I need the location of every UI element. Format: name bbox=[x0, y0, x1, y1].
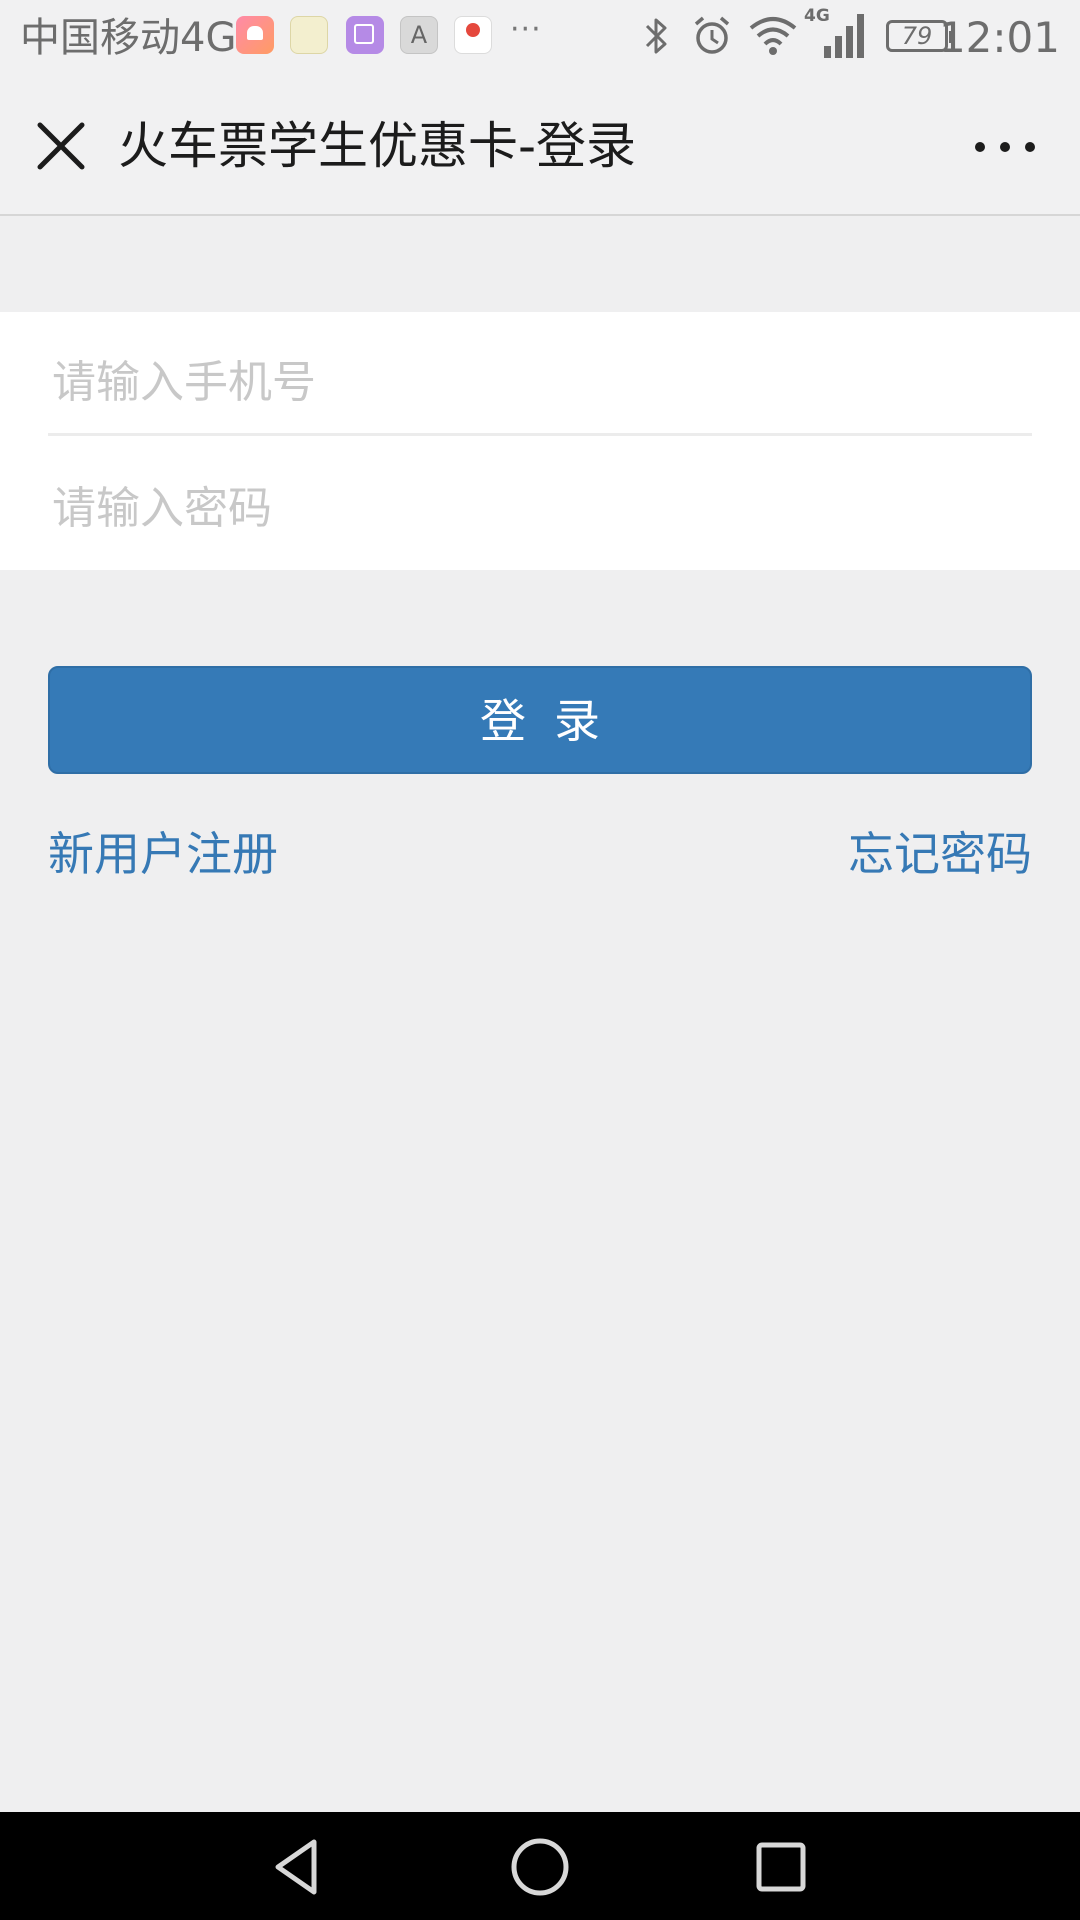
phone-input[interactable] bbox=[48, 332, 1032, 432]
password-input[interactable] bbox=[48, 458, 1032, 558]
clock: 12:01 bbox=[938, 13, 1060, 62]
nav-recent-button[interactable] bbox=[746, 1832, 816, 1902]
font-app-icon bbox=[400, 16, 438, 54]
more-icon bbox=[975, 142, 1035, 152]
register-link[interactable]: 新用户注册 bbox=[48, 822, 278, 886]
title-bar: 火车票学生优惠卡-登录 bbox=[0, 75, 1080, 216]
recent-square-icon bbox=[756, 1842, 806, 1892]
nav-back-button[interactable] bbox=[264, 1832, 334, 1902]
alarm-icon bbox=[694, 16, 730, 54]
back-triangle-icon bbox=[275, 1839, 317, 1895]
field-divider bbox=[48, 433, 1032, 436]
health-icon bbox=[236, 16, 274, 54]
forgot-password-link[interactable]: 忘记密码 bbox=[848, 822, 1032, 886]
map-icon bbox=[454, 16, 492, 54]
more-notifications-icon: ··· bbox=[510, 12, 542, 47]
app-screen: 中国移动4G ··· 4G bbox=[0, 0, 1080, 1920]
close-button[interactable] bbox=[26, 111, 96, 181]
gallery-icon bbox=[346, 16, 384, 54]
battery-level: 79 bbox=[901, 22, 933, 50]
close-icon bbox=[37, 122, 85, 170]
education-app-icon bbox=[290, 16, 328, 54]
wifi-icon bbox=[749, 17, 797, 55]
carrier-label: 中国移动4G bbox=[20, 15, 237, 61]
bluetooth-icon bbox=[645, 18, 667, 54]
status-bar: 中国移动4G ··· 4G bbox=[0, 0, 1080, 75]
home-circle-icon bbox=[511, 1838, 569, 1896]
more-options-button[interactable] bbox=[968, 119, 1042, 175]
signal-icon bbox=[824, 14, 864, 58]
nav-home-button[interactable] bbox=[505, 1832, 575, 1902]
navigation-bar bbox=[0, 1812, 1080, 1920]
login-button[interactable]: 登录 bbox=[48, 666, 1032, 774]
page-title: 火车票学生优惠卡-登录 bbox=[118, 117, 637, 175]
